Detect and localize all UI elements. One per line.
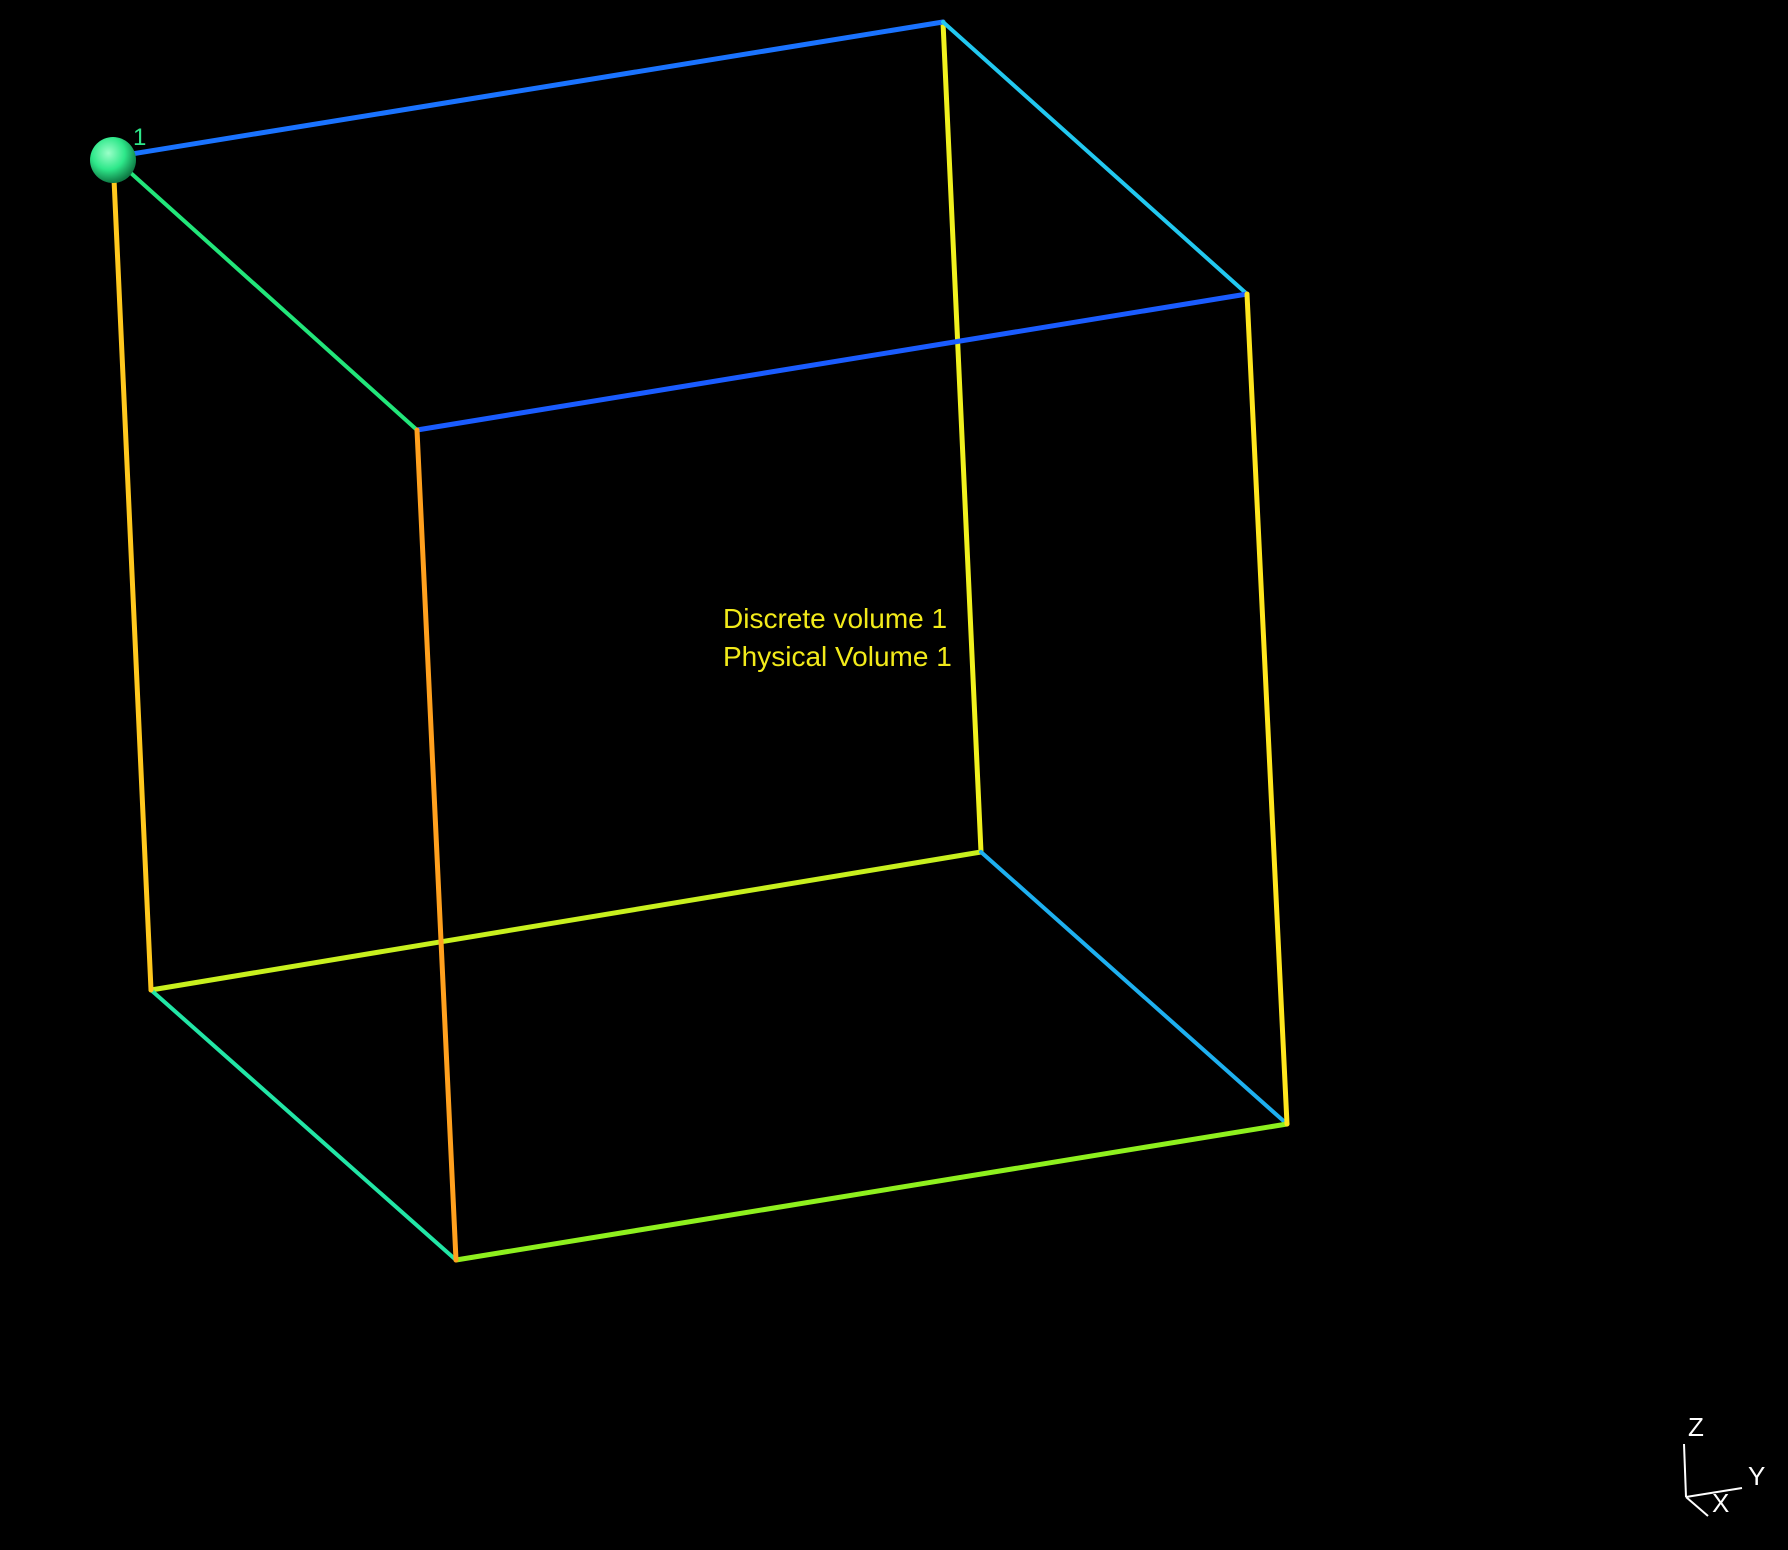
z-axis-line	[1683, 1443, 1687, 1498]
edge-vertical-left-back[interactable]	[110, 154, 154, 993]
edge-bottom-front[interactable]	[453, 1121, 1290, 1263]
x-axis-line	[1685, 1496, 1709, 1517]
edge-vertical-right-front[interactable]	[1244, 291, 1290, 1127]
point-label: 1	[133, 124, 147, 151]
volume-name-label: Discrete volume 1	[723, 603, 948, 634]
model-wireframe[interactable]	[0, 0, 1788, 1550]
edge-top-left[interactable]	[111, 155, 419, 432]
edge-top-back[interactable]	[110, 19, 946, 160]
edge-top-front[interactable]	[414, 291, 1250, 433]
point-1-sphere[interactable]	[90, 137, 136, 183]
edge-vertical-right-back[interactable]	[940, 19, 984, 855]
edge-bottom-left[interactable]	[149, 988, 458, 1262]
edge-bottom-back[interactable]	[148, 849, 984, 993]
edge-vertical-left-front[interactable]	[414, 427, 459, 1263]
axis-y-label: Y	[1748, 1461, 1766, 1491]
physical-volume-label: Physical Volume 1	[723, 641, 952, 672]
edge-top-right[interactable]	[941, 20, 1249, 296]
axis-z-label: Z	[1688, 1412, 1704, 1442]
edge-bottom-right[interactable]	[979, 850, 1289, 1126]
graphics-viewport[interactable]: 1 Discrete volume 1 Physical Volume 1 Z …	[0, 0, 1788, 1550]
axis-x-label: X	[1712, 1488, 1730, 1518]
